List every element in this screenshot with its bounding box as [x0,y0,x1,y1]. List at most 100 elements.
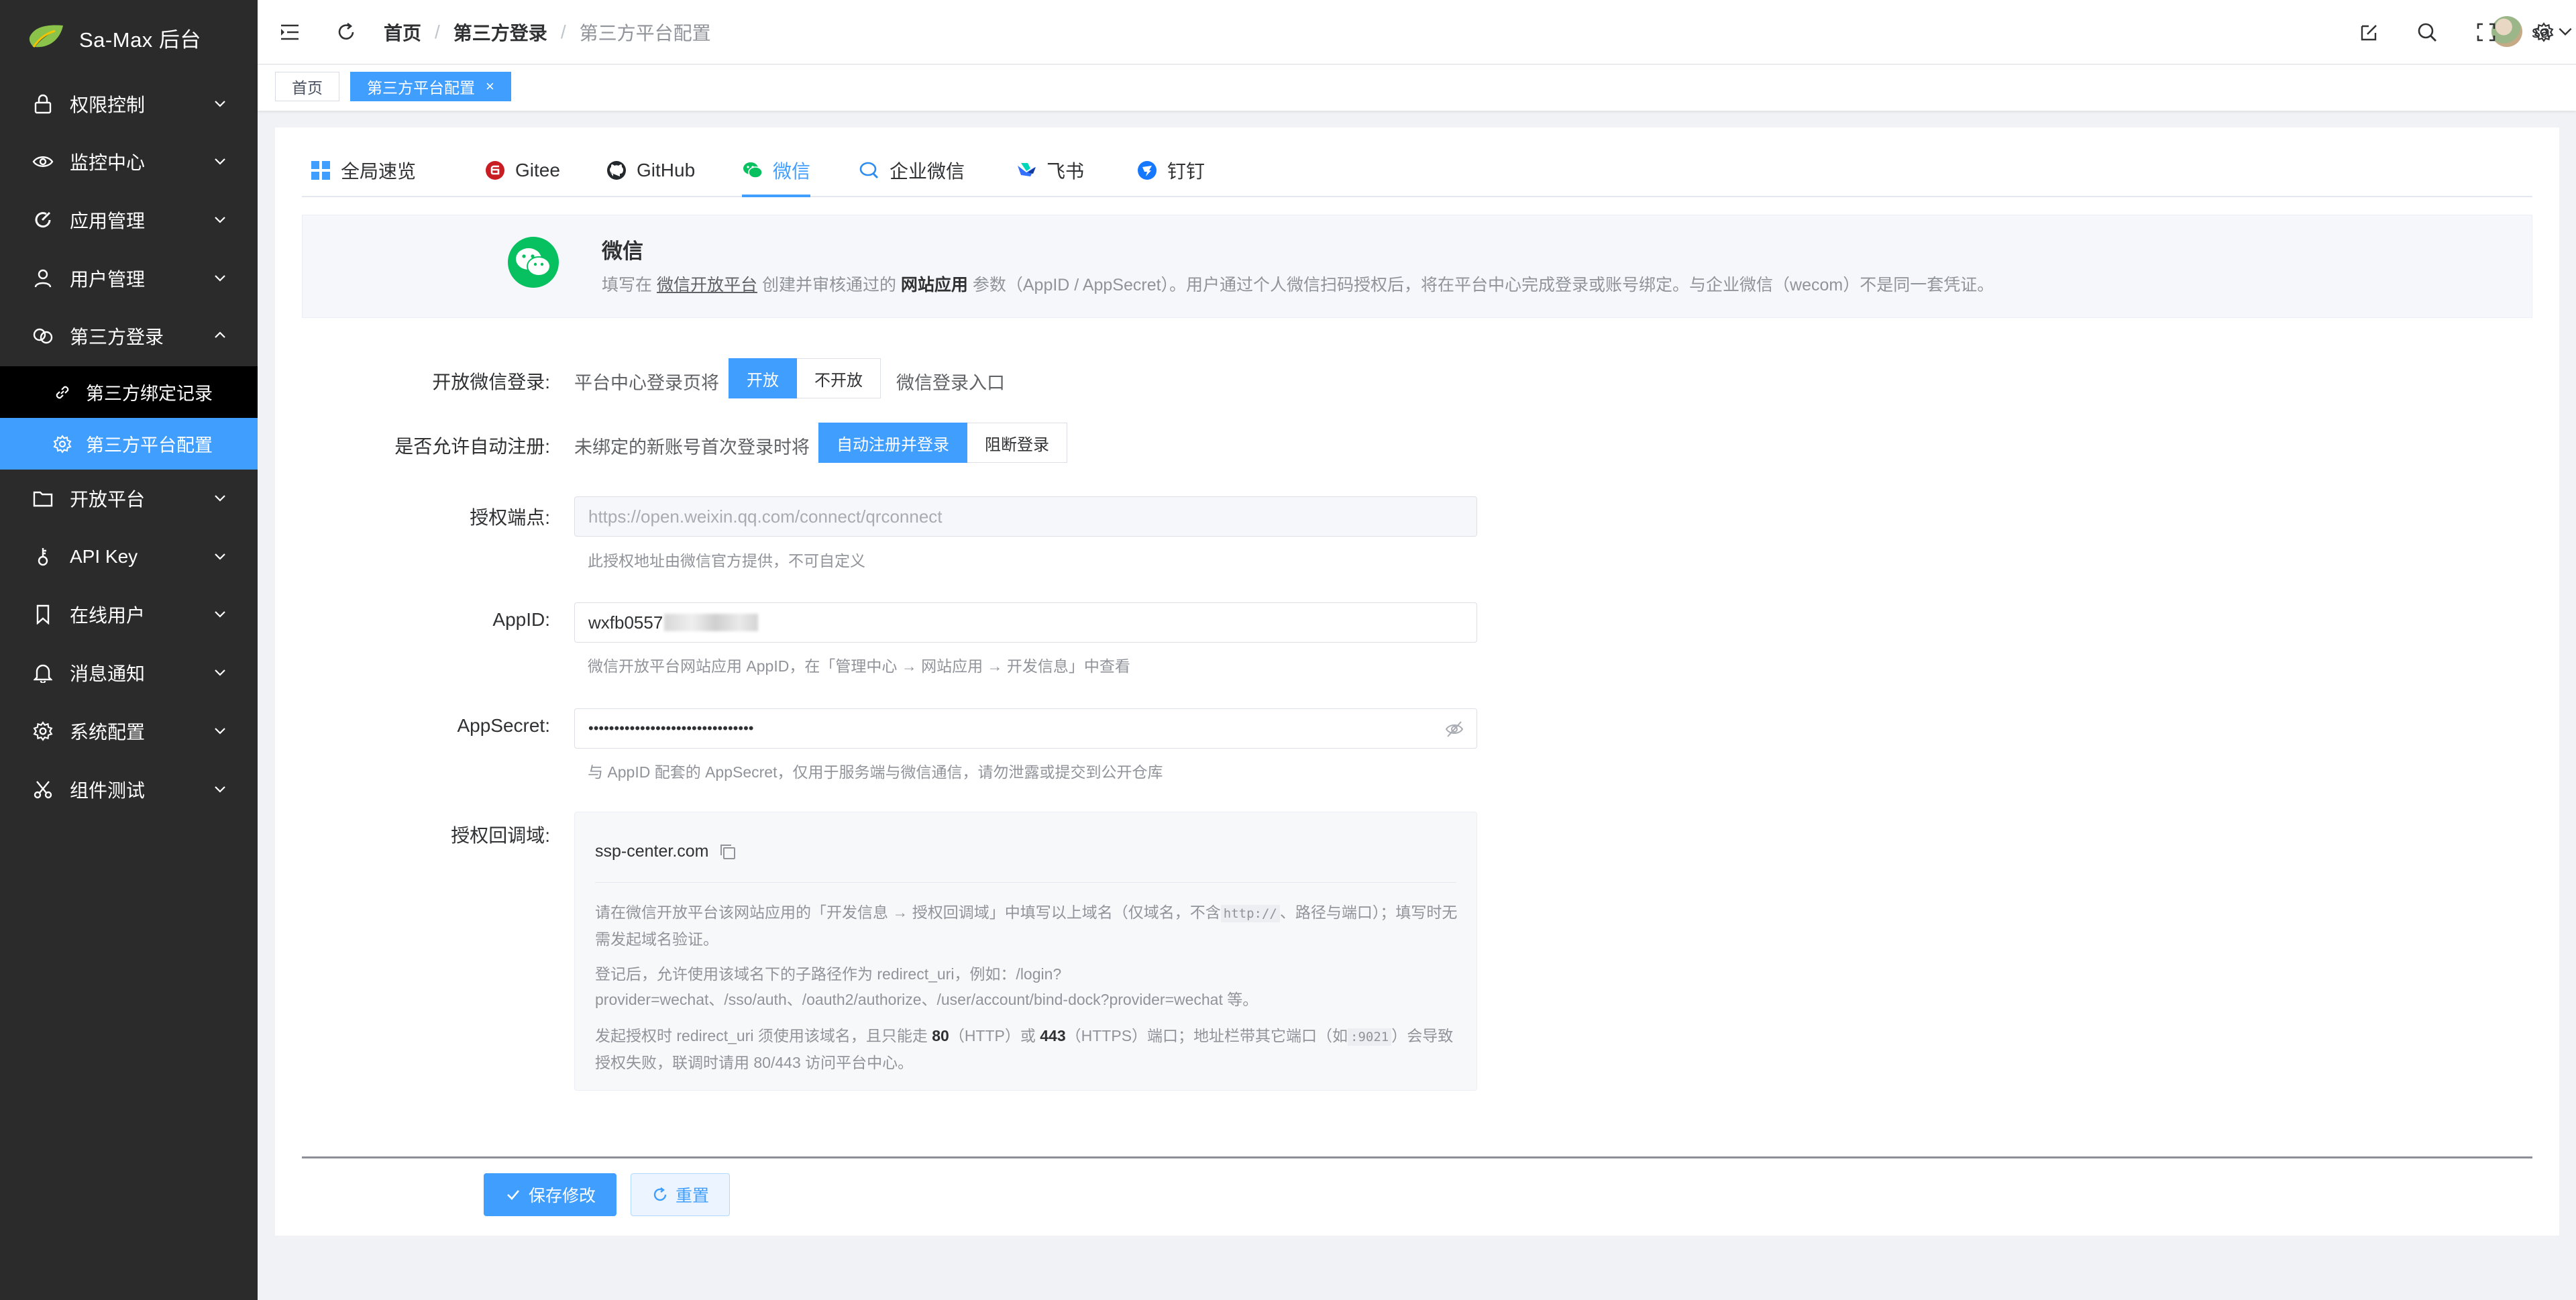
inline-code: http:// [1220,905,1280,922]
menu-fold-icon[interactable] [278,20,302,44]
callback-domain-box: ssp-center.com 请在微信开放平台该网站应用的「开发信息 → 授权回… [574,812,1477,1091]
refresh-icon[interactable] [334,20,358,44]
dingtalk-icon [1136,160,1158,181]
note-text: 发起授权时 redirect_uri 须使用该域名，且只能走 [595,1027,928,1044]
user-icon [31,266,55,290]
tab-wecom[interactable]: 企业微信 [859,157,965,184]
sidebar-item-label: 监控中心 [70,152,146,173]
wechat-open-platform-link[interactable]: 微信开放平台 [657,276,757,294]
reset-button[interactable]: 重置 [631,1173,731,1216]
sidebar-item-third-party-login[interactable]: 第三方登录 [0,307,258,365]
breadcrumb-item-current: 第三方平台配置 [579,23,711,44]
sidebar-item-api-key[interactable]: API Key [0,528,258,586]
sidebar-item-label: API Key [70,546,138,567]
wechat-logo-icon [508,237,559,288]
copy-icon[interactable] [718,843,737,861]
tab-gitee[interactable]: Gitee [484,157,560,184]
app-secret-hint: 与 AppID 配套的 AppSecret，仅用于服务端与微信通信，请勿泄露或提… [588,763,1163,781]
app-id-value: wxfb0557 [588,612,663,633]
tab-label: 钉钉 [1167,161,1205,182]
breadcrumb: 首页 / 第三方登录 / 第三方平台配置 [384,19,711,46]
sidebar: Sa-Max 后台 权限控制 监控中心 应用管理 用户管理 第三方登录 第三方绑… [0,0,258,1300]
lock-icon [31,92,55,116]
open-login-label: 开放微信登录: [432,372,550,392]
tab-label: GitHub [637,160,696,180]
search-icon[interactable] [2415,20,2439,44]
chevron-down-icon [215,101,225,107]
wecom-icon [859,160,880,181]
edit-icon[interactable] [2357,20,2381,44]
banner-description: 填写在 微信开放平台 创建并审核通过的 网站应用 参数（AppID / AppS… [602,272,1994,296]
tab-dingtalk[interactable]: 钉钉 [1136,157,1205,184]
sidebar-item-open-platform[interactable]: 开放平台 [0,470,258,527]
settings-gear-icon[interactable] [2532,20,2556,44]
tab-overview[interactable]: 全局速览 [310,157,416,184]
folder-icon [31,486,55,510]
tab-label: 飞书 [1046,161,1085,182]
sidebar-subitem-binding-records[interactable]: 第三方绑定记录 [0,366,258,418]
sidebar-item-system-config[interactable]: 系统配置 [0,702,258,760]
note-text: （HTTP）或 [949,1027,1036,1044]
sidebar-item-notifications[interactable]: 消息通知 [0,644,258,702]
sidebar-subitem-platform-config[interactable]: 第三方平台配置 [0,418,258,470]
sidebar-item-component-test[interactable]: 组件测试 [0,761,258,818]
eye-hide-icon[interactable] [1444,720,1464,739]
chevron-down-icon [215,669,225,676]
callback-domain: ssp-center.com [595,842,737,861]
sidebar-item-label: 应用管理 [70,211,146,231]
top-header: 首页 / 第三方登录 / 第三方平台配置 sa [258,0,2576,64]
app-secret-input[interactable]: •••••••••••••••••••••••••••••••• [574,708,1477,749]
sidebar-item-label: 第三方登录 [70,327,164,347]
tag-label: 第三方平台配置 [367,79,475,97]
callback-domain-value: ssp-center.com [595,842,709,861]
chevron-down-icon [215,495,225,502]
banner-title: 微信 [602,239,643,263]
tab-feishu[interactable]: 飞书 [1016,157,1084,184]
tab-label: 微信 [773,161,811,182]
sidebar-item-user-management[interactable]: 用户管理 [0,250,258,307]
option-auto-register[interactable]: 自动注册并登录 [818,423,967,463]
fullscreen-icon[interactable] [2474,20,2498,44]
reset-button-label: 重置 [676,1187,710,1205]
callback-note-1: 请在微信开放平台该网站应用的「开发信息 → 授权回调域」中填写以上域名（仅域名，… [595,900,1460,952]
sidebar-item-permission[interactable]: 权限控制 [0,75,258,133]
app-id-input[interactable]: wxfb0557 [574,602,1477,643]
sidebar-subitem-label: 第三方平台配置 [86,435,213,455]
sidebar-item-label: 开放平台 [70,489,146,510]
github-icon [606,160,627,181]
bookmark-icon [31,602,55,627]
sidebar-item-monitor[interactable]: 监控中心 [0,133,258,191]
sidebar-item-app-management[interactable]: 应用管理 [0,191,258,249]
chevron-down-icon [215,158,225,165]
close-icon[interactable]: × [486,78,494,95]
sidebar-item-online-users[interactable]: 在线用户 [0,586,258,643]
save-button-label: 保存修改 [529,1187,596,1205]
tag-platform-config[interactable]: 第三方平台配置 × [350,72,511,101]
brand[interactable]: Sa-Max 后台 [0,0,258,75]
callback-domain-label: 授权回调域: [451,825,550,846]
option-open[interactable]: 开放 [729,358,797,398]
sidebar-item-label: 系统配置 [70,722,146,743]
grid-icon [310,160,331,181]
tab-wechat[interactable]: 微信 [742,157,811,197]
feishu-icon [1016,160,1037,181]
breadcrumb-item[interactable]: 第三方登录 [453,19,547,46]
form-footer-divider [302,1156,2532,1158]
tag-home[interactable]: 首页 [275,72,339,101]
tab-label: 企业微信 [890,161,965,182]
app-id-label: AppID: [492,609,550,630]
tab-github[interactable]: GitHub [606,157,695,184]
link-circles-icon [31,324,55,348]
callback-note-3: 发起授权时 redirect_uri 须使用该域名，且只能走 80（HTTP）或… [595,1023,1460,1075]
option-block-login[interactable]: 阻断登录 [967,423,1067,463]
tags-view: 首页 第三方平台配置 × [258,65,2576,111]
note-text: （HTTPS）端口；地址栏带其它端口（如 [1065,1027,1348,1044]
chevron-down-icon [215,217,225,223]
option-not-open[interactable]: 不开放 [797,358,881,398]
app-secret-label: AppSecret: [457,715,550,736]
breadcrumb-item[interactable]: 首页 [384,19,421,46]
tab-label: 全局速览 [341,161,417,182]
open-login-toggle: 开放 不开放 [729,358,881,398]
note-text: 请在微信开放平台该网站应用的「开发信息 → 授权回调域」中填写以上域名（仅域名，… [595,904,1221,921]
save-button[interactable]: 保存修改 [484,1173,617,1216]
